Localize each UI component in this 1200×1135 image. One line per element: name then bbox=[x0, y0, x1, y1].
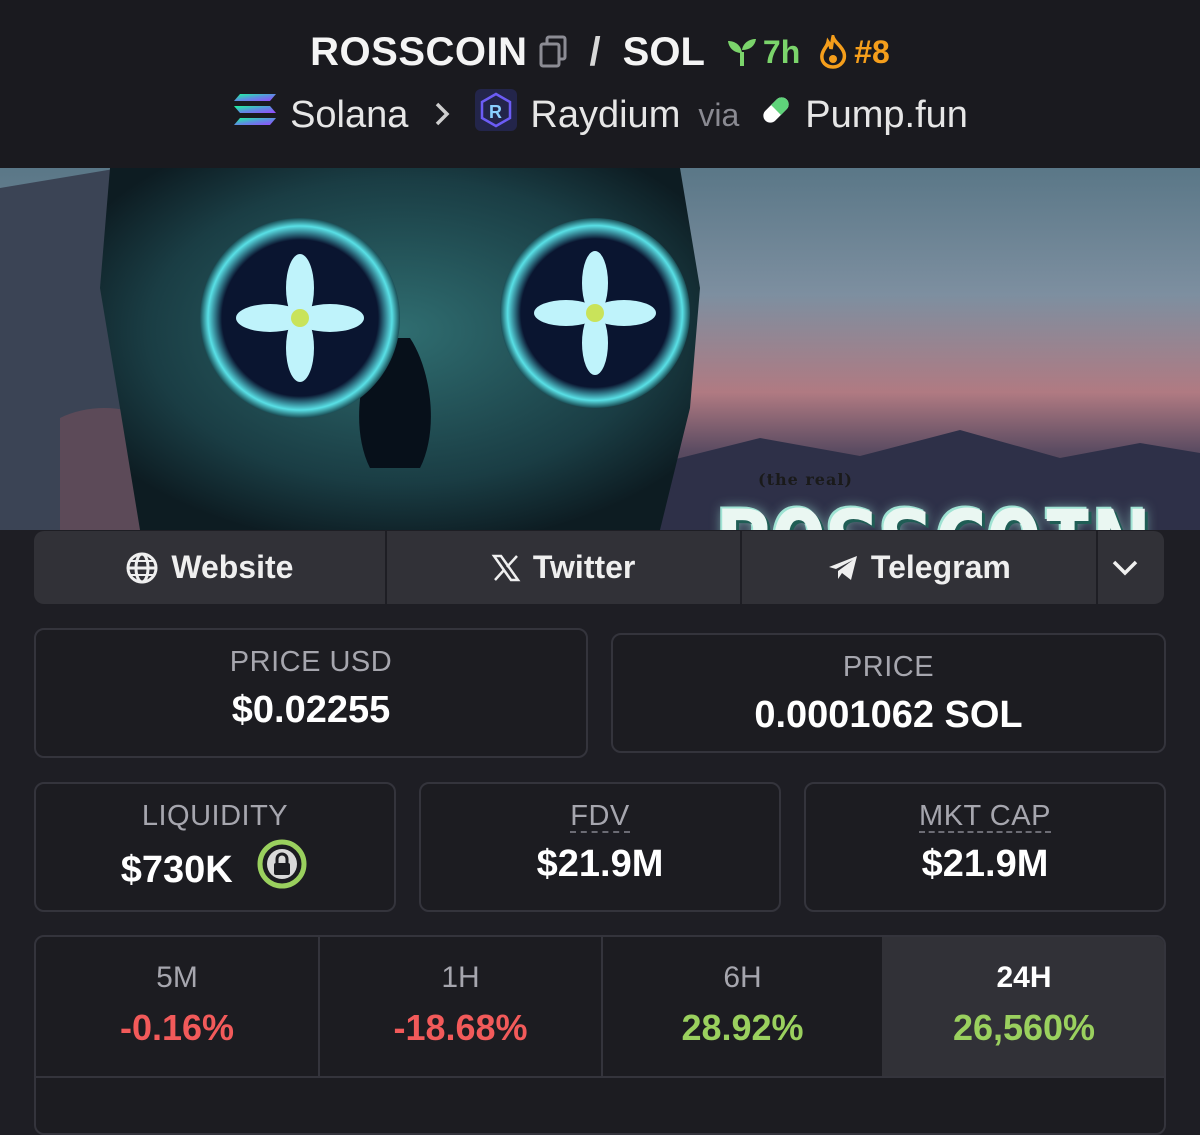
chain-breadcrumb: Solana R Raydium via Pump.fun bbox=[0, 88, 1200, 142]
fdv-value: $21.9M bbox=[536, 843, 664, 885]
fdv-card[interactable]: FDV $21.9M bbox=[419, 782, 781, 912]
more-links-button[interactable] bbox=[1098, 531, 1164, 604]
twitter-button[interactable]: Twitter bbox=[387, 531, 742, 604]
via-label: via bbox=[698, 96, 740, 133]
pair-age: 7h bbox=[725, 34, 800, 71]
tab-5m[interactable]: 5M -0.16% bbox=[36, 937, 318, 1077]
tab-5m-label: 5M bbox=[156, 961, 198, 994]
quote-symbol: SOL bbox=[622, 29, 705, 74]
x-icon bbox=[491, 554, 521, 581]
price-native-label: PRICE bbox=[842, 651, 935, 683]
tab-24h[interactable]: 24H 26,560% bbox=[882, 937, 1164, 1077]
solana-logo-icon bbox=[232, 92, 278, 138]
pair-age-value: 7h bbox=[762, 33, 801, 70]
website-button[interactable]: Website bbox=[34, 531, 387, 604]
token-banner-image: (the real) ROSSCOIN bbox=[0, 168, 1200, 530]
website-label: Website bbox=[171, 549, 294, 585]
tab-6h-change: 28.92% bbox=[681, 1007, 804, 1048]
lock-icon[interactable] bbox=[255, 837, 309, 901]
pair-title-row: ROSSCOIN / SOL 7h #8 bbox=[0, 26, 1200, 78]
flame-icon bbox=[820, 35, 847, 69]
price-usd-card: PRICE USD $0.02255 bbox=[34, 628, 588, 758]
tab-1h[interactable]: 1H -18.68% bbox=[320, 937, 601, 1077]
trending-rank[interactable]: #8 bbox=[818, 34, 890, 71]
seedling-icon bbox=[727, 39, 756, 66]
banner-title: ROSSCOIN bbox=[716, 490, 1186, 530]
price-native-value: 0.0001062 SOL bbox=[754, 694, 1023, 736]
pair-separator: / bbox=[589, 29, 601, 74]
divider bbox=[36, 1076, 1164, 1078]
telegram-label: Telegram bbox=[870, 549, 1011, 585]
tab-6h-label: 6H bbox=[723, 961, 762, 994]
liquidity-card: LIQUIDITY $730K bbox=[34, 782, 396, 912]
fdv-label: FDV bbox=[570, 800, 630, 833]
svg-text:R: R bbox=[489, 102, 502, 122]
token-symbol: ROSSCOIN bbox=[310, 29, 528, 74]
banner-artwork bbox=[0, 168, 1200, 530]
copy-icon[interactable] bbox=[538, 35, 568, 69]
paper-plane-icon bbox=[828, 555, 857, 580]
tab-6h[interactable]: 6H 28.92% bbox=[603, 937, 882, 1077]
market-cap-label: MKT CAP bbox=[919, 800, 1051, 833]
liquidity-label: LIQUIDITY bbox=[141, 800, 289, 832]
tab-1h-label: 1H bbox=[441, 961, 480, 994]
price-change-tabs: 5M -0.16% 1H -18.68% 6H 28.92% 24H 26,56… bbox=[34, 935, 1166, 1135]
pill-icon bbox=[759, 93, 793, 137]
telegram-button[interactable]: Telegram bbox=[742, 531, 1099, 604]
tab-1h-change: -18.68% bbox=[393, 1007, 528, 1048]
liquidity-value: $730K bbox=[120, 849, 233, 892]
banner-subtitle: (the real) bbox=[758, 470, 853, 489]
raydium-logo-icon: R bbox=[474, 88, 518, 142]
social-links-bar: Website Twitter Telegram bbox=[34, 531, 1164, 604]
market-cap-card[interactable]: MKT CAP $21.9M bbox=[804, 782, 1166, 912]
price-native-card: PRICE 0.0001062 SOL bbox=[611, 633, 1166, 753]
twitter-label: Twitter bbox=[532, 549, 636, 585]
chain-name[interactable]: Solana bbox=[290, 94, 408, 137]
launchpad-name[interactable]: Pump.fun bbox=[805, 94, 968, 137]
price-usd-value: $0.02255 bbox=[231, 689, 391, 731]
chevron-down-icon bbox=[1112, 560, 1138, 575]
pair-header: ROSSCOIN / SOL 7h #8 Solana R Raydium vi… bbox=[0, 0, 1200, 168]
market-cap-value: $21.9M bbox=[921, 843, 1049, 885]
tab-5m-change: -0.16% bbox=[119, 1007, 235, 1048]
chevron-right-icon bbox=[434, 94, 450, 137]
tab-24h-change: 26,560% bbox=[952, 1007, 1096, 1048]
trending-rank-value: #8 bbox=[854, 33, 890, 70]
dex-name[interactable]: Raydium bbox=[530, 94, 680, 137]
globe-icon bbox=[126, 552, 158, 583]
tab-24h-label: 24H bbox=[996, 961, 1052, 994]
price-usd-label: PRICE USD bbox=[229, 646, 393, 678]
